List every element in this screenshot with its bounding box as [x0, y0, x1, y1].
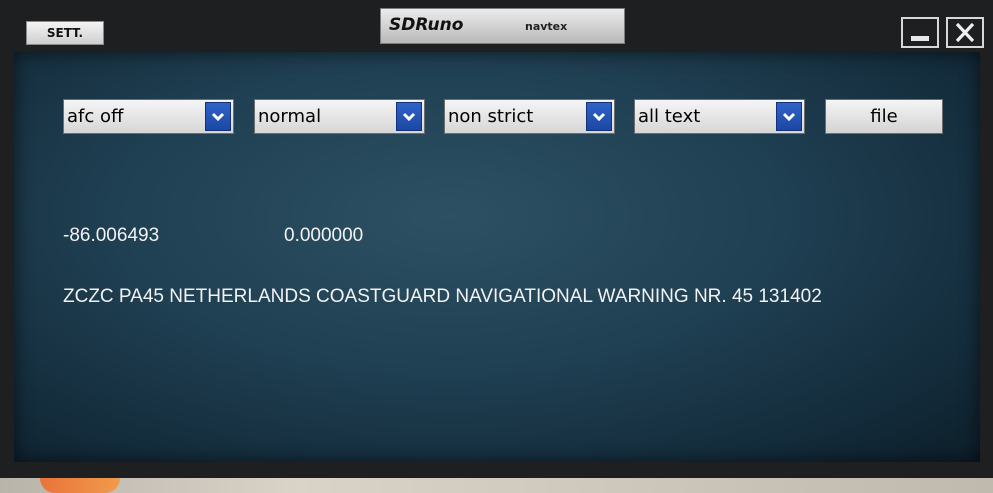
afc-dropdown-value: afc off [67, 106, 124, 127]
file-button[interactable]: file [825, 99, 943, 134]
chevron-down-icon[interactable] [205, 102, 231, 131]
app-name: SDRuno [389, 15, 464, 35]
desktop-icon-fragment [40, 478, 120, 493]
afc-dropdown[interactable]: afc off [63, 99, 234, 134]
chevron-down-icon[interactable] [396, 102, 422, 131]
desktop-background [0, 478, 993, 493]
minimize-icon [911, 36, 929, 41]
settings-button[interactable]: SETT. [26, 21, 104, 45]
strictness-dropdown-value: non strict [448, 106, 534, 127]
decoded-message-text: ZCZC PA45 NETHERLANDS COASTGUARD NAVIGAT… [63, 286, 822, 307]
strictness-dropdown[interactable]: non strict [444, 99, 615, 134]
close-button[interactable] [946, 17, 984, 48]
mode-label: navtex [525, 20, 568, 33]
close-icon [955, 22, 975, 43]
readout-value-2: 0.000000 [284, 225, 364, 246]
title-bar[interactable]: SETT. SDRuno navtex [0, 0, 993, 52]
chevron-down-icon[interactable] [586, 102, 612, 131]
navtex-window: SETT. SDRuno navtex afc off normal non s… [0, 0, 993, 478]
mode-dropdown-value: normal [258, 106, 322, 127]
text-filter-dropdown-value: all text [638, 106, 701, 127]
app-title-plate: SDRuno navtex [380, 8, 625, 44]
mode-dropdown[interactable]: normal [254, 99, 425, 134]
text-filter-dropdown[interactable]: all text [634, 99, 805, 134]
minimize-button[interactable] [901, 17, 939, 48]
readout-value-1: -86.006493 [63, 225, 160, 246]
chevron-down-icon[interactable] [776, 102, 802, 131]
